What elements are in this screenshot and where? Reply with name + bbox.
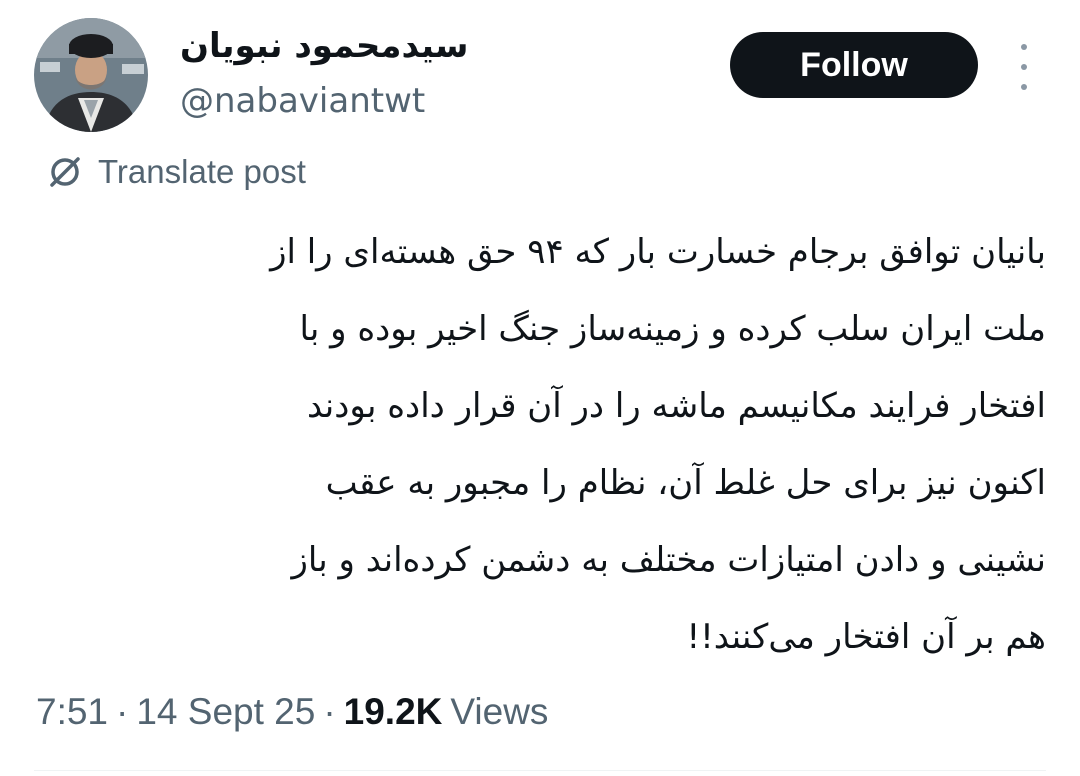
translate-post-button[interactable]: Translate post xyxy=(46,150,306,194)
globe-slash-icon xyxy=(50,157,80,187)
more-dot xyxy=(1021,64,1027,70)
follow-button[interactable]: Follow xyxy=(730,32,978,98)
profile-photo-icon xyxy=(34,18,148,132)
meta-separator: · xyxy=(323,691,336,732)
avatar[interactable] xyxy=(34,18,148,132)
divider xyxy=(34,770,1046,771)
tweet-time[interactable]: 7:51 xyxy=(36,691,108,733)
tweet-date[interactable]: 14 Sept 25 xyxy=(136,691,315,733)
tweet-meta: 7:51 · 14 Sept 25 · 19.2K Views xyxy=(36,686,548,738)
more-vertical-icon[interactable] xyxy=(1012,44,1036,90)
display-name[interactable]: سیدمحمود نبویان xyxy=(180,26,468,66)
views-count: 19.2K xyxy=(343,691,443,732)
tweet-text: بانیان توافق برجام خسارت بار که ۹۴ حق هس… xyxy=(270,232,1046,657)
meta-separator: · xyxy=(116,691,129,732)
views-label: Views xyxy=(450,691,549,732)
handle[interactable]: @nabaviantwt xyxy=(180,80,425,122)
more-dot xyxy=(1021,44,1027,50)
translate-post-label: Translate post xyxy=(98,153,306,190)
more-dot xyxy=(1021,84,1027,90)
tweet-page: سیدمحمود نبویان @nabaviantwt Follow Tran… xyxy=(0,0,1080,776)
